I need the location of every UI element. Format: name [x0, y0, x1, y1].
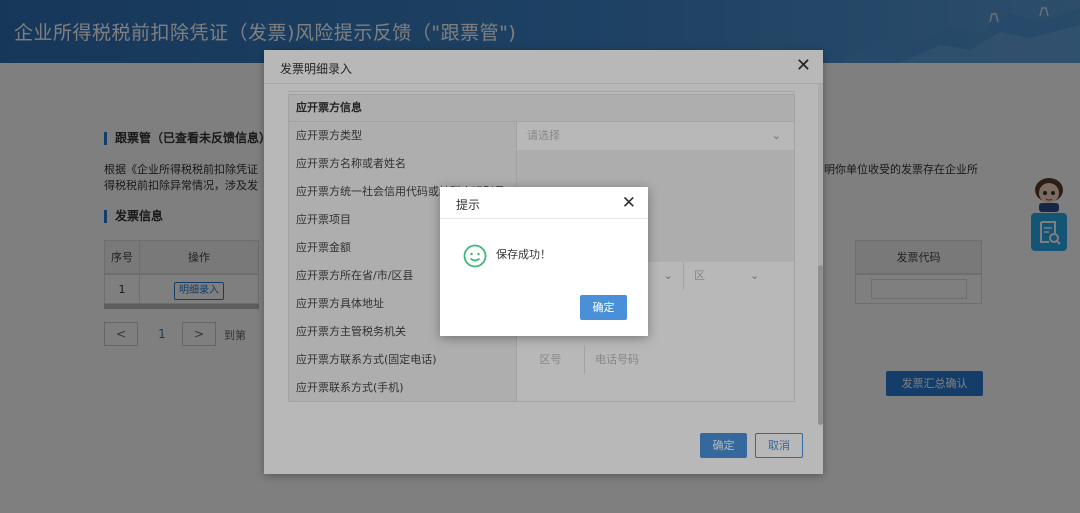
tip-title: 提示 [456, 198, 481, 212]
tip-message: 保存成功！ [496, 248, 551, 261]
tip-close-icon[interactable]: ✕ [622, 193, 636, 213]
tip-confirm-button[interactable]: 确定 [580, 295, 627, 320]
tip-header: 提示 ✕ [440, 187, 648, 219]
smile-icon [463, 244, 487, 268]
